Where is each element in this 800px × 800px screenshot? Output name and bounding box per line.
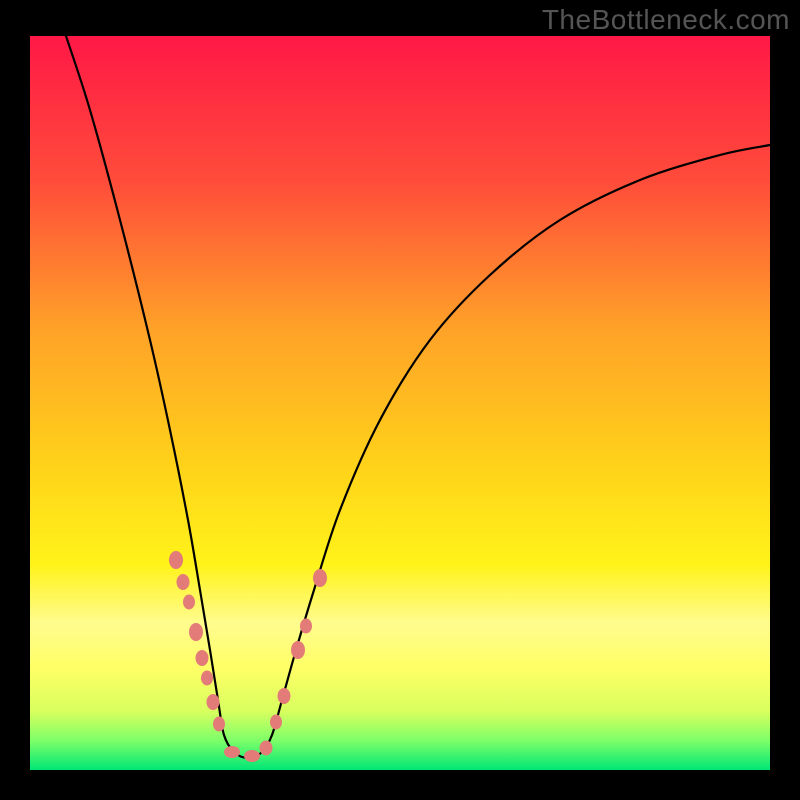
bead-marker — [291, 641, 305, 659]
bead-marker — [207, 694, 220, 710]
bottleneck-chart — [0, 0, 800, 800]
bead-marker — [278, 688, 291, 704]
bead-marker — [300, 619, 312, 634]
stage: TheBottleneck.com — [0, 0, 800, 800]
bead-marker — [169, 551, 183, 569]
bead-marker — [244, 750, 260, 762]
bead-marker — [189, 623, 203, 641]
bead-marker — [224, 746, 240, 758]
bead-marker — [201, 671, 213, 686]
bead-marker — [270, 715, 282, 730]
plot-background — [30, 36, 770, 770]
bead-marker — [213, 717, 225, 732]
bead-marker — [183, 595, 195, 610]
bead-marker — [196, 650, 209, 666]
bead-marker — [260, 741, 273, 756]
bead-marker — [177, 574, 190, 590]
bead-marker — [313, 569, 327, 587]
watermark-text: TheBottleneck.com — [542, 4, 790, 36]
